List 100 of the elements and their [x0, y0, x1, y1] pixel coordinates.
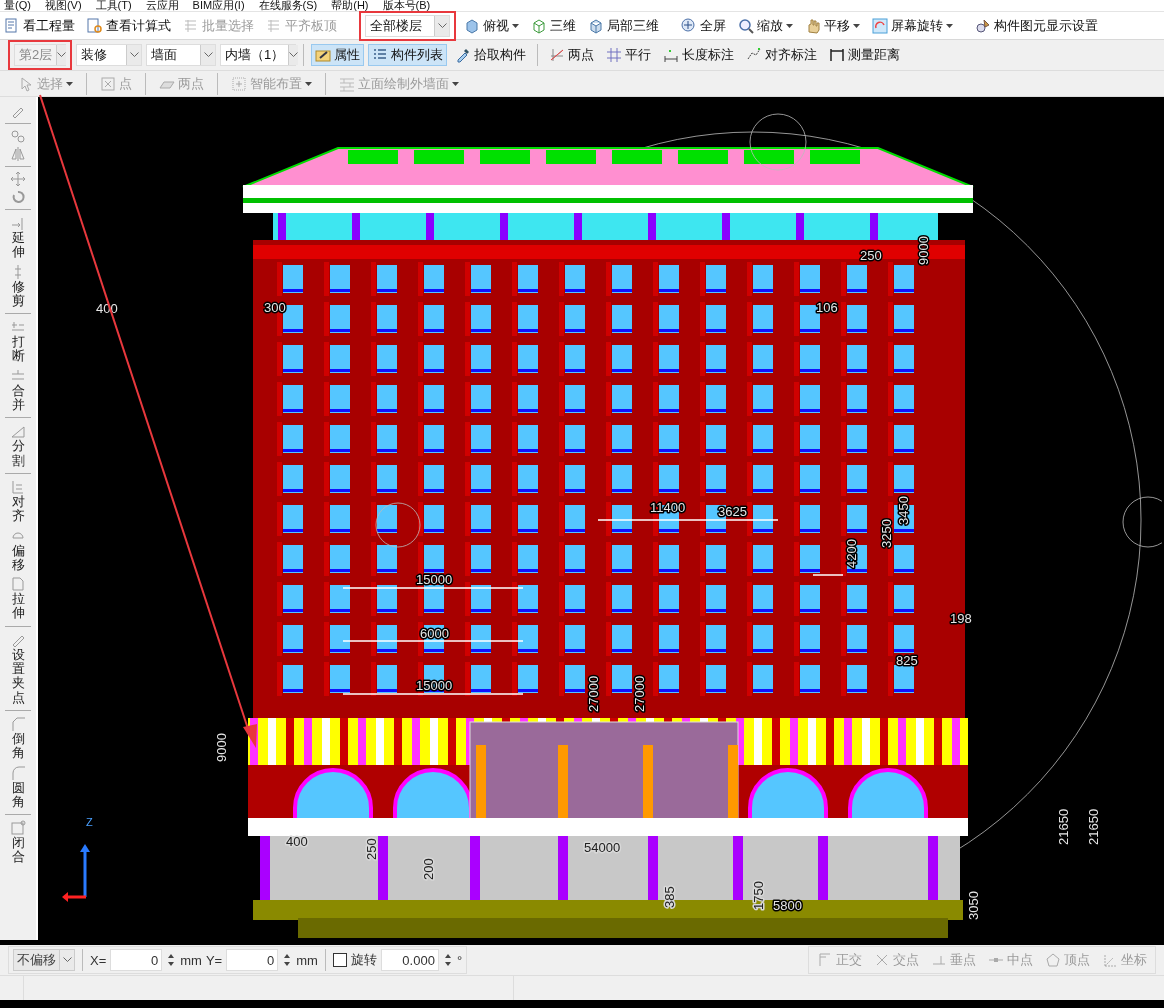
chevron-down-icon — [437, 22, 447, 29]
parallel-lines-icon — [606, 47, 622, 63]
chevron-down-icon — [289, 52, 299, 58]
toolbar-button[interactable]: 属性 — [311, 44, 364, 66]
toolbar-button[interactable]: 局部三维 — [584, 14, 663, 37]
edit-tool-button[interactable]: 偏移 — [10, 526, 26, 574]
y-label: Y= — [205, 952, 223, 968]
toolbar-button[interactable]: 构件图元显示设置 — [971, 14, 1102, 37]
axis-label: Z — [86, 816, 93, 828]
toolbar-button[interactable]: 俯视 — [460, 14, 523, 37]
edit-tool-button[interactable]: 合并 — [10, 366, 26, 414]
toolbar-button[interactable]: 测量距离 — [825, 44, 904, 66]
toolbar-button[interactable]: 长度标注 — [659, 44, 738, 66]
menu-item[interactable]: 版本号(B) — [382, 0, 431, 11]
y-coordinate-field[interactable]: 0 — [226, 949, 279, 971]
dimension-label: 250 — [860, 248, 882, 263]
rotate-checkbox[interactable] — [332, 953, 347, 967]
chevron-down-icon — [62, 957, 72, 963]
close-tool-icon — [10, 820, 26, 837]
toolbar-button[interactable]: 平移 — [801, 14, 864, 37]
menu-item[interactable]: 云应用 — [145, 0, 179, 11]
toolbar-button[interactable]: 三维 — [527, 14, 580, 37]
edit-tool-button[interactable]: 对齐 — [10, 477, 26, 525]
floor-dropdown[interactable]: 墙面 — [146, 44, 216, 66]
dimension-label: 21650 — [1086, 808, 1101, 845]
menu-item[interactable]: 视图(V) — [44, 0, 82, 11]
dimension-label: 250 — [364, 838, 379, 860]
chevron-down-icon — [129, 52, 139, 58]
dimension-label: 3250 — [879, 519, 894, 548]
measure-icon — [829, 47, 845, 63]
link-icon — [10, 128, 26, 144]
document-icon — [4, 17, 20, 34]
floor-dropdown[interactable]: 全部楼层 — [365, 14, 450, 37]
extend-tool-icon — [10, 215, 26, 231]
crosshair-magnifier-icon — [681, 17, 697, 34]
angle-field[interactable]: 0.000 — [380, 949, 439, 971]
unit-label: mm — [180, 952, 202, 968]
menu-item[interactable]: 量(Q) — [4, 0, 31, 11]
fillet-tool-icon — [10, 764, 26, 781]
menu-item[interactable]: 帮助(H) — [331, 0, 369, 11]
toolbar-button[interactable]: 缩放 — [734, 14, 797, 37]
dimension-label: 4200 — [844, 539, 859, 568]
dimension-label: 27000 — [632, 675, 647, 712]
chevron-down-icon — [203, 52, 213, 58]
toolbar-button[interactable]: 屏幕旋转 — [868, 14, 957, 37]
toolbar-button[interactable]: 平行 — [602, 44, 655, 66]
dimension-label: 200 — [421, 858, 436, 880]
dimension-label: 3050 — [966, 891, 981, 920]
dimension-icon — [663, 47, 679, 63]
edit-tool-button[interactable]: 延伸 — [10, 214, 26, 261]
align-tool-icon — [10, 478, 26, 495]
edit-tool-button[interactable]: 倒角 — [10, 714, 26, 762]
toolbar-button[interactable]: 对齐标注 — [742, 44, 821, 66]
floor-dropdown[interactable]: 装修 — [76, 44, 142, 66]
shapes-icon — [975, 17, 991, 34]
pentagon-icon — [1045, 952, 1061, 968]
dimension-label: 15000 — [416, 678, 453, 693]
toolbar-button[interactable]: 两点 — [545, 44, 598, 66]
floor-dropdown[interactable]: 内墙（1） — [220, 44, 296, 66]
toolbar-button[interactable]: 看工程量 — [0, 14, 79, 37]
toolbar-button[interactable]: 查看计算式 — [83, 14, 175, 37]
dimension-label: 300 — [264, 300, 286, 315]
document-magnifier-icon — [87, 17, 103, 34]
magnifier-icon — [738, 17, 754, 34]
edit-tool-button[interactable]: 闭合 — [10, 819, 26, 866]
dimension-label: 3450 — [896, 496, 911, 525]
mirror-icon — [10, 146, 26, 162]
edit-tool-button[interactable]: 修剪 — [10, 262, 26, 310]
dimension-label: 9000 — [916, 236, 931, 265]
menu-item[interactable]: BIM应用(I) — [192, 0, 245, 11]
offset-mode-dropdown[interactable]: 不偏移 — [13, 949, 75, 971]
cube-wire-icon — [531, 17, 547, 34]
cross-icon — [874, 952, 890, 968]
chevron-down-icon — [57, 52, 67, 58]
x-coordinate-field[interactable]: 0 — [110, 949, 163, 971]
intersecting-lines-icon — [549, 47, 565, 63]
edit-tool-button[interactable]: 分割 — [10, 422, 26, 469]
edit-tool-button[interactable]: 设置夹点 — [10, 630, 26, 706]
edit-tool-button[interactable]: 打断 — [10, 318, 26, 365]
dimension-label: 385 — [662, 886, 677, 908]
grid-icon — [183, 17, 199, 34]
stretch-tool-icon — [10, 576, 26, 593]
x-label: X= — [90, 952, 107, 968]
grid-icon — [266, 17, 282, 34]
dimension-label: 5800 — [773, 898, 802, 913]
move-icon — [10, 171, 26, 187]
menu-item[interactable]: 工具(T) — [95, 0, 132, 11]
menu-item[interactable]: 在线服务(S) — [258, 0, 318, 11]
dimension-label: 106 — [816, 300, 838, 315]
toolbar-button[interactable]: 拾取构件 — [451, 44, 530, 66]
edit-tool-button[interactable]: 圆角 — [10, 763, 26, 811]
coordinate-icon — [1102, 952, 1118, 968]
cube-icon — [464, 17, 480, 34]
dimension-label: 15000 — [416, 572, 453, 587]
toolbar-button[interactable]: 全屏 — [677, 14, 730, 37]
hand-icon — [805, 17, 821, 34]
edit-tool-button[interactable]: 拉伸 — [10, 575, 26, 622]
dimension-label: 400 — [286, 834, 308, 849]
toolbar-button[interactable]: 构件列表 — [368, 44, 447, 66]
rotate-label: 旋转 — [350, 951, 377, 969]
